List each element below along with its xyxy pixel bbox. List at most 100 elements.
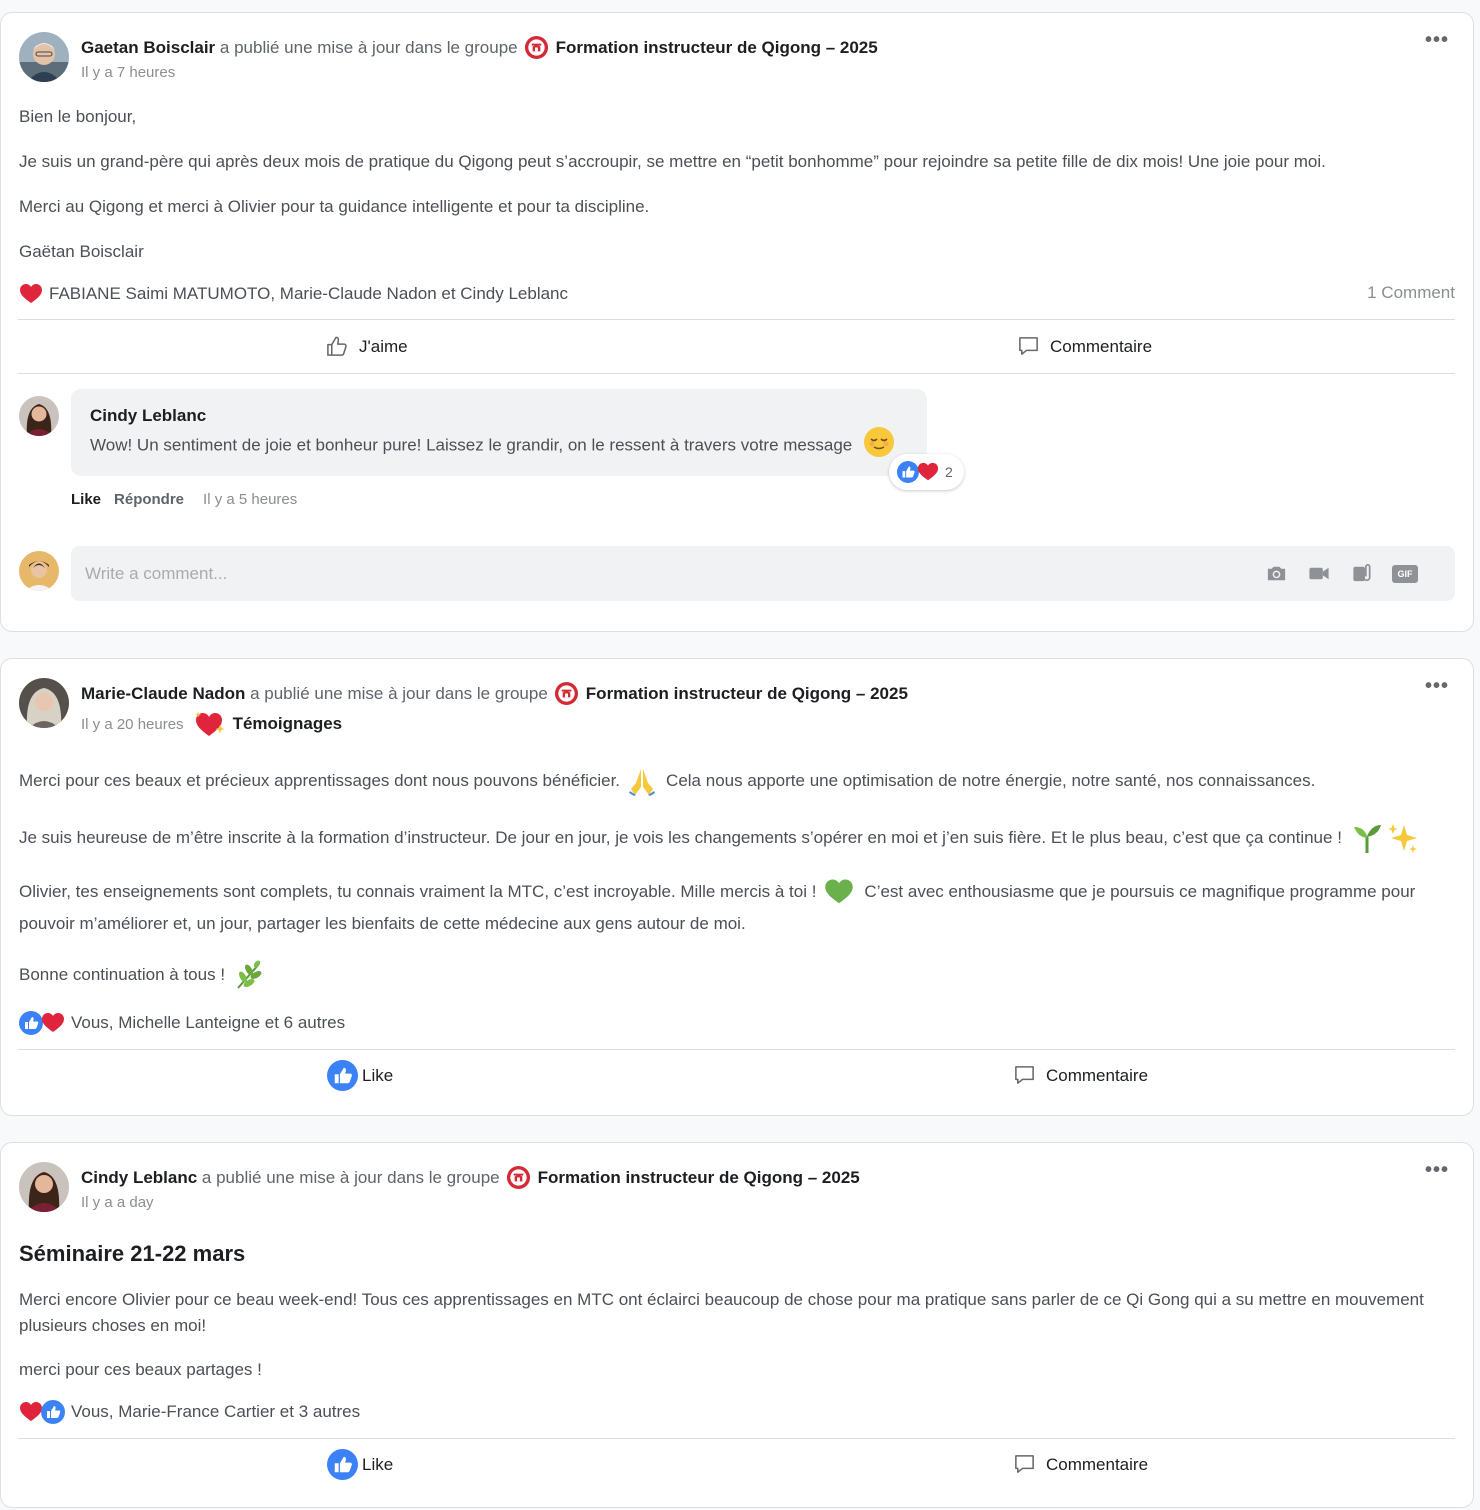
post-header: Cindy Leblanc a publié une mise à jour d…: [81, 1165, 860, 1190]
topic-tag[interactable]: Témoignages: [233, 714, 343, 734]
post-header: Marie-Claude Nadon a publié une mise à j…: [81, 681, 908, 706]
post-paragraph: merci pour ces beaux partages !: [19, 1360, 262, 1379]
comment-button[interactable]: Commentaire: [1013, 1064, 1148, 1087]
comment-text: Wow! Un sentiment de joie et bonheur pur…: [90, 427, 895, 458]
comment-reply-button[interactable]: Répondre: [114, 491, 184, 508]
post-paragraph: Je suis un grand-père qui après deux moi…: [19, 152, 1326, 171]
reactions-names: FABIANE Saimi MATUMOTO, Marie-Claude Nad…: [49, 284, 569, 303]
post-title: Séminaire 21-22 mars: [19, 1241, 246, 1266]
like-active-icon: [327, 1060, 358, 1091]
video-icon[interactable]: [1307, 562, 1331, 585]
comment-count[interactable]: 1 Comment: [1367, 283, 1455, 303]
post-action-text: a publié une mise à jour dans le groupe: [219, 37, 518, 57]
thumbs-up-icon: [326, 335, 349, 358]
post-text: Bonne continuation à tous !: [19, 965, 226, 984]
like-label: Like: [362, 1454, 394, 1474]
like-reaction-icon: [19, 1011, 43, 1035]
author-avatar[interactable]: [19, 678, 69, 728]
post-paragraph: Je suis heureuse de m’être inscrite à la…: [19, 821, 1420, 855]
author-name[interactable]: Gaetan Boisclair: [81, 38, 215, 58]
reactions-summary[interactable]: FABIANE Saimi MATUMOTO, Marie-Claude Nad…: [19, 282, 568, 306]
reactions-names: Vous, Michelle Lanteigne et 6 autres: [71, 1013, 346, 1032]
post-card: Gaetan Boisclair a publié une mise à jou…: [0, 12, 1474, 632]
comment-author[interactable]: Cindy Leblanc: [90, 406, 206, 426]
post-time[interactable]: Il y a 7 heures: [81, 64, 175, 81]
folded-hands-emoji: [629, 769, 656, 796]
post-paragraph: Bien le bonjour,: [19, 107, 137, 126]
post-paragraph: Merci au Qigong et merci à Olivier pour …: [19, 197, 650, 216]
author-name[interactable]: Marie-Claude Nadon: [81, 684, 245, 704]
like-button[interactable]: J'aime: [326, 335, 408, 358]
post-action-text: a publié une mise à jour dans le groupe: [201, 1167, 500, 1187]
reactions-summary[interactable]: Vous, Michelle Lanteigne et 6 autres: [19, 1011, 345, 1035]
more-options-icon[interactable]: •••: [1425, 1160, 1449, 1180]
post-text: Merci pour ces beaux et précieux apprent…: [19, 771, 621, 790]
post-card: Cindy Leblanc a publié une mise à jour d…: [0, 1142, 1474, 1508]
group-logo-icon: [524, 35, 549, 60]
like-label: J'aime: [359, 336, 408, 356]
heart-sparkle-icon: [194, 712, 225, 736]
heart-icon: [19, 1400, 43, 1424]
sparkles-emoji: [1387, 824, 1417, 853]
post-paragraph: Bonne continuation à tous !: [19, 959, 265, 991]
comment-button[interactable]: Commentaire: [1017, 335, 1152, 358]
post-time[interactable]: Il y a a day: [81, 1194, 154, 1211]
green-heart-emoji: [825, 879, 854, 904]
commenter-avatar[interactable]: [19, 396, 59, 436]
reactions-names: Vous, Marie-France Cartier et 3 autres: [71, 1402, 361, 1421]
post-text: Cela nous apporte une optimisation de no…: [666, 771, 1316, 790]
group-link[interactable]: Formation instructeur de Qigong – 2025: [586, 684, 908, 704]
post-meta: Il y a 20 heures Témoignages: [81, 709, 342, 739]
gif-icon[interactable]: GIF: [1392, 565, 1418, 583]
author-name[interactable]: Cindy Leblanc: [81, 1168, 197, 1188]
like-reaction-icon: [41, 1400, 65, 1424]
post-text: C’est avec enthousiasme que je poursuis …: [864, 882, 1416, 901]
comment-label: Commentaire: [1046, 1065, 1149, 1085]
comment-reaction-count: 2: [945, 464, 953, 480]
comment-button[interactable]: Commentaire: [1013, 1453, 1148, 1476]
post-card: Marie-Claude Nadon a publié une mise à j…: [0, 658, 1474, 1116]
comment-label: Commentaire: [1050, 336, 1153, 356]
comment-composer: GIF: [71, 546, 1455, 601]
comment-bubble-icon: [1013, 1453, 1036, 1476]
post-text: Je suis heureuse de m’être inscrite à la…: [19, 828, 1342, 847]
comment-actions: Like Répondre Il y a 5 heures: [71, 491, 297, 508]
post-paragraph: Merci encore Olivier pour ce beau week-e…: [19, 1290, 1424, 1335]
divider: [18, 319, 1455, 320]
post-paragraph: Gaëtan Boisclair: [19, 242, 144, 261]
like-label: Like: [362, 1065, 394, 1085]
author-avatar[interactable]: [19, 32, 69, 82]
camera-icon[interactable]: [1265, 562, 1288, 585]
more-options-icon[interactable]: •••: [1425, 676, 1449, 696]
group-link[interactable]: Formation instructeur de Qigong – 2025: [538, 1168, 860, 1188]
comment-text-content: Wow! Un sentiment de joie et bonheur pur…: [90, 435, 853, 455]
post-paragraph: Olivier, tes enseignements sont complets…: [19, 877, 1415, 907]
post-action-text: a publié une mise à jour dans le groupe: [250, 683, 548, 703]
write-comment-input[interactable]: [71, 546, 1221, 601]
herb-emoji: [237, 960, 262, 989]
heart-icon: [41, 1011, 65, 1035]
reactions-summary[interactable]: Vous, Marie-France Cartier et 3 autres: [19, 1400, 360, 1424]
seedling-emoji: [1353, 825, 1381, 853]
post-text: Olivier, tes enseignements sont complets…: [19, 882, 817, 901]
group-link[interactable]: Formation instructeur de Qigong – 2025: [556, 38, 878, 58]
post-paragraph: Merci pour ces beaux et précieux apprent…: [19, 765, 1315, 797]
attachment-icon[interactable]: [1350, 562, 1374, 585]
comment-time[interactable]: Il y a 5 heures: [203, 491, 297, 508]
like-button[interactable]: Like: [327, 1449, 393, 1480]
comment-label: Commentaire: [1046, 1454, 1149, 1474]
like-button[interactable]: Like: [327, 1060, 393, 1091]
comment-reactions[interactable]: 2: [889, 454, 964, 490]
divider: [18, 373, 1455, 374]
current-user-avatar: [19, 551, 59, 591]
group-logo-icon: [554, 681, 579, 706]
divider: [18, 1438, 1455, 1439]
author-avatar[interactable]: [19, 1162, 69, 1212]
more-options-icon[interactable]: •••: [1425, 30, 1449, 50]
comment-like-button[interactable]: Like: [71, 491, 101, 508]
post-paragraph: pouvoir m’améliorer et, un jour, partage…: [19, 914, 746, 933]
divider: [18, 1049, 1455, 1050]
heart-icon: [917, 461, 939, 483]
comment-bubble-icon: [1013, 1064, 1036, 1087]
post-time[interactable]: Il y a 20 heures: [81, 716, 184, 733]
